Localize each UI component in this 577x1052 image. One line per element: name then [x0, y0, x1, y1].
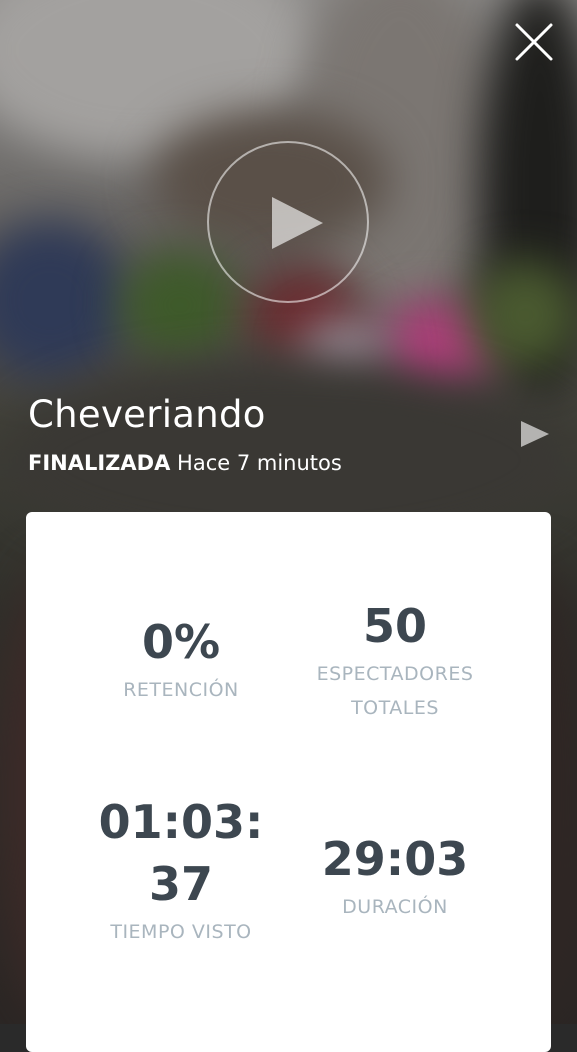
time-watched-stat: 01:03: 37 TIEMPO VISTO	[81, 791, 281, 949]
close-icon	[515, 23, 553, 61]
viewers-stat: 50 ESPECTADORES TOTALES	[285, 595, 505, 725]
viewers-label-line1: ESPECTADORES	[316, 663, 474, 685]
duration-label: DURACIÓN	[342, 896, 448, 918]
time-watched-value-line1: 01:03:	[98, 795, 264, 849]
retention-label: RETENCIÓN	[123, 679, 239, 701]
play-icon	[272, 197, 323, 249]
viewers-label-line2: TOTALES	[351, 697, 439, 719]
play-small-icon	[521, 421, 549, 447]
status-badge: FINALIZADA	[28, 451, 171, 475]
time-watched-value-line2: 37	[148, 857, 213, 911]
retention-stat: 0% RETENCIÓN	[81, 611, 281, 707]
time-watched-label: TIEMPO VISTO	[110, 921, 252, 943]
duration-value: 29:03	[321, 832, 469, 886]
stats-card: 0% RETENCIÓN 50 ESPECTADORES TOTALES 01:…	[26, 512, 551, 1052]
play-replay-button[interactable]	[207, 141, 369, 303]
broadcast-title: Cheveriando	[28, 393, 266, 436]
time-ago: Hace 7 minutos	[177, 451, 342, 475]
viewers-value: 50	[362, 599, 427, 653]
side-play-button[interactable]	[519, 419, 553, 449]
broadcast-meta: FINALIZADA Hace 7 minutos	[28, 451, 342, 475]
retention-value: 0%	[141, 615, 221, 669]
duration-stat: 29:03 DURACIÓN	[295, 828, 495, 924]
close-button[interactable]	[510, 18, 558, 66]
